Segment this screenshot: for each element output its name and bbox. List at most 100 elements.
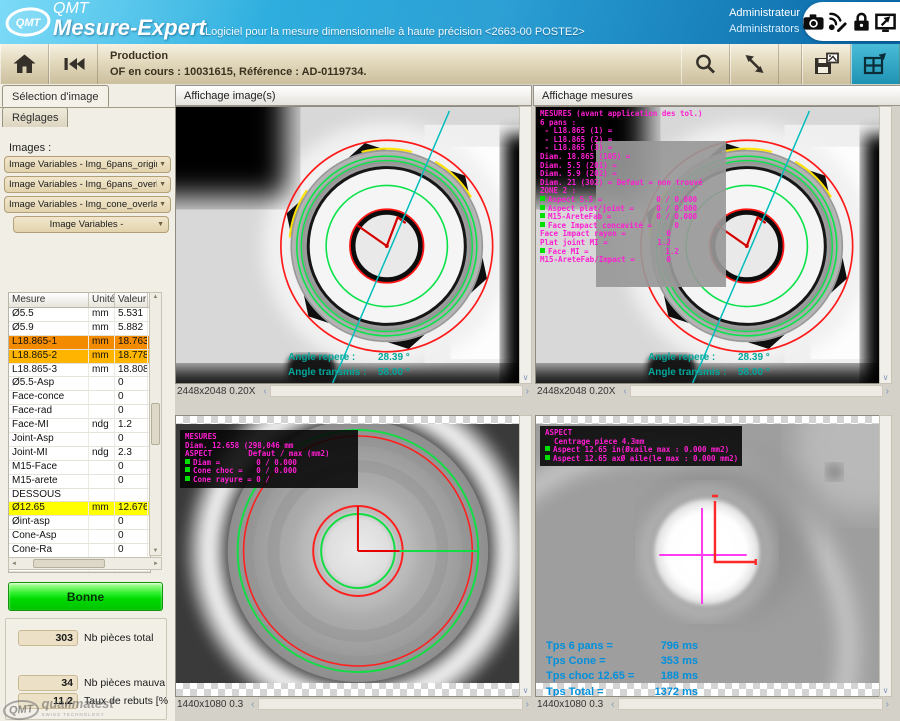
viewport-top-right[interactable]: MESURES (avant application des tol.)6 pa… (535, 106, 892, 384)
scroll-thumb[interactable] (151, 403, 160, 445)
signal-antenna-icon[interactable] (826, 10, 849, 34)
layout-tile-button[interactable] (851, 44, 900, 84)
col-unite[interactable]: Unité (89, 293, 115, 307)
image-variable-dropdown[interactable]: Image Variables - Img_6pans_overlay ▼ (4, 176, 171, 193)
qmt-logo-text: QMT (16, 17, 42, 29)
cell-unite (89, 544, 115, 557)
table-horizontal-scrollbar[interactable]: ◄ ► (8, 557, 162, 570)
angle-line: Angle repere :28.39 ° (288, 349, 410, 364)
lock-icon[interactable] (850, 10, 873, 34)
pan-right-icon[interactable]: › (883, 386, 892, 397)
scroll-left-icon[interactable]: ◄ (9, 561, 19, 567)
vertical-scrollbar[interactable]: ∨ (879, 415, 892, 697)
table-row[interactable]: Face-MI ndg 1.2 (9, 419, 150, 433)
table-row[interactable]: M15-arete 0 (9, 475, 150, 489)
cell-mesure: L18.865-1 (9, 336, 89, 349)
table-row[interactable]: Cone-Asp 0 (9, 530, 150, 544)
viewport-bottom-left[interactable]: MESURESDiam. 12.658 (298,046 mmASPECT De… (175, 415, 532, 697)
main-toolbar: Production OF en cours : 10031615, Référ… (0, 44, 900, 85)
tab-selection-image[interactable]: Sélection d'image (2, 85, 109, 107)
scroll-down-icon[interactable]: ▼ (153, 547, 159, 555)
pan-right-icon[interactable]: › (523, 386, 532, 397)
h-scroll-track[interactable] (258, 698, 523, 710)
table-row[interactable]: L18.865-2 mm 18.778 (9, 350, 150, 364)
rewind-button[interactable] (49, 44, 98, 84)
pan-left-icon[interactable]: ‹ (248, 699, 257, 710)
screen-share-icon[interactable] (874, 10, 897, 34)
pan-left-icon[interactable]: ‹ (620, 386, 629, 397)
dropdown-arrow-icon: ▼ (159, 181, 166, 188)
status-bar-top-right: 2448x2048 0.20X ‹ › (535, 384, 892, 398)
scroll-up-icon[interactable]: ▲ (153, 293, 159, 301)
table-row[interactable]: Ø5.5-Asp 0 (9, 377, 150, 391)
cell-valeur: 0 (115, 530, 148, 543)
vertical-scrollbar[interactable]: ∨ (879, 106, 892, 384)
scrollbar-down-icon[interactable]: ∨ (880, 373, 891, 382)
table-row[interactable]: Cone-Ra 0 (9, 544, 150, 558)
table-row[interactable]: Joint-MI ndg 2.3 (9, 447, 150, 461)
table-vertical-scrollbar[interactable]: ▲ ▼ (149, 292, 162, 556)
table-row[interactable]: L18.865-1 mm 18.763 (9, 336, 150, 350)
camera-image-cone-overlay[interactable]: MESURESDiam. 12.658 (298,046 mmASPECT De… (175, 415, 520, 697)
image-variable-dropdown[interactable]: Image Variables - ▼ (13, 216, 169, 233)
table-row[interactable]: M15-Face 0 (9, 461, 150, 475)
zoom-search-button[interactable] (681, 44, 730, 84)
tab-reglages[interactable]: Réglages (2, 107, 68, 127)
images-label: Images : (9, 142, 51, 154)
qualimatest-watermark: QMT qualimatest SWISS TECHNOLOGY (3, 698, 114, 720)
app-subtitle: Mesure-Expert (53, 15, 206, 41)
pan-right-icon[interactable]: › (883, 699, 892, 710)
h-scroll-track[interactable] (630, 385, 883, 397)
cell-valeur: 1.2 (115, 419, 148, 432)
result-status-button[interactable]: Bonne (8, 582, 163, 611)
table-row[interactable]: Face-rad 0 (9, 405, 150, 419)
cell-mesure: Joint-Asp (9, 433, 89, 446)
camera-image-6pans-origine[interactable]: Angle repere :28.39 ° Angle transmis :58… (175, 106, 520, 384)
cell-unite: ndg (89, 447, 115, 460)
overlay-line: M15-AreteFab/Impact = 0 (540, 256, 703, 265)
cell-mesure: Face-conce (9, 391, 89, 404)
save-image-button[interactable] (802, 44, 851, 84)
camera-image-dessous[interactable]: ASPECT Centrage piece 4.3mmAspect 12.65 … (535, 415, 880, 697)
scrollbar-down-icon[interactable]: ∨ (520, 373, 531, 382)
scroll-right-icon[interactable]: ► (151, 561, 161, 567)
cell-valeur: 0 (115, 516, 148, 529)
scroll-thumb[interactable] (33, 559, 105, 568)
image-variable-dropdown[interactable]: Image Variables - Img_6pans_origine ▼ (4, 156, 171, 173)
pan-left-icon[interactable]: ‹ (260, 386, 269, 397)
table-row[interactable]: L18.865-3 mm 18.808 (9, 364, 150, 378)
cell-unite: mm (89, 350, 115, 363)
viewport-top-left[interactable]: Angle repere :28.39 ° Angle transmis :58… (175, 106, 532, 384)
table-row[interactable]: Ø5.5 mm 5.531 (9, 308, 150, 322)
table-row[interactable]: Ø12.65 mm 12.676 (9, 502, 150, 516)
vertical-scrollbar[interactable]: ∨ (519, 415, 532, 697)
camera-image-6pans-overlay[interactable]: MESURES (avant application des tol.)6 pa… (535, 106, 880, 384)
cell-unite: ndg (89, 419, 115, 432)
pan-right-icon[interactable]: › (523, 699, 532, 710)
scrollbar-down-icon[interactable]: ∨ (520, 686, 531, 695)
table-row[interactable]: DESSOUS (9, 489, 150, 503)
table-row[interactable]: Joint-Asp 0 (9, 433, 150, 447)
scrollbar-down-icon[interactable]: ∨ (880, 686, 891, 695)
cell-mesure: Cone-Asp (9, 530, 89, 543)
h-scroll-track[interactable] (270, 385, 523, 397)
table-row[interactable]: Øint-asp 0 (9, 516, 150, 530)
image-variable-dropdown[interactable]: Image Variables - Img_cone_overlay ▼ (4, 196, 171, 213)
col-valeur[interactable]: Valeur (115, 293, 148, 307)
angle-line: Angle transmis :58.00 ° (648, 364, 770, 379)
image-resolution-zoom: 1440x1080 0.3 (535, 699, 608, 710)
camera-icon[interactable] (802, 10, 825, 34)
pan-left-icon[interactable]: ‹ (608, 699, 617, 710)
vertical-scrollbar[interactable]: ∨ (519, 106, 532, 384)
watermark-qmt-logo: QMT (2, 699, 40, 721)
h-scroll-track[interactable] (618, 698, 883, 710)
viewport-bottom-right[interactable]: ASPECT Centrage piece 4.3mmAspect 12.65 … (535, 415, 892, 697)
fit-expand-button[interactable] (730, 44, 779, 84)
table-row[interactable]: Ø5.9 mm 5.882 (9, 322, 150, 336)
col-mesure[interactable]: Mesure (9, 293, 89, 307)
cell-unite (89, 530, 115, 543)
mode-label: Production (110, 48, 681, 64)
home-button[interactable] (0, 44, 49, 84)
table-row[interactable]: Face-conce 0 (9, 391, 150, 405)
cell-unite: mm (89, 322, 115, 335)
